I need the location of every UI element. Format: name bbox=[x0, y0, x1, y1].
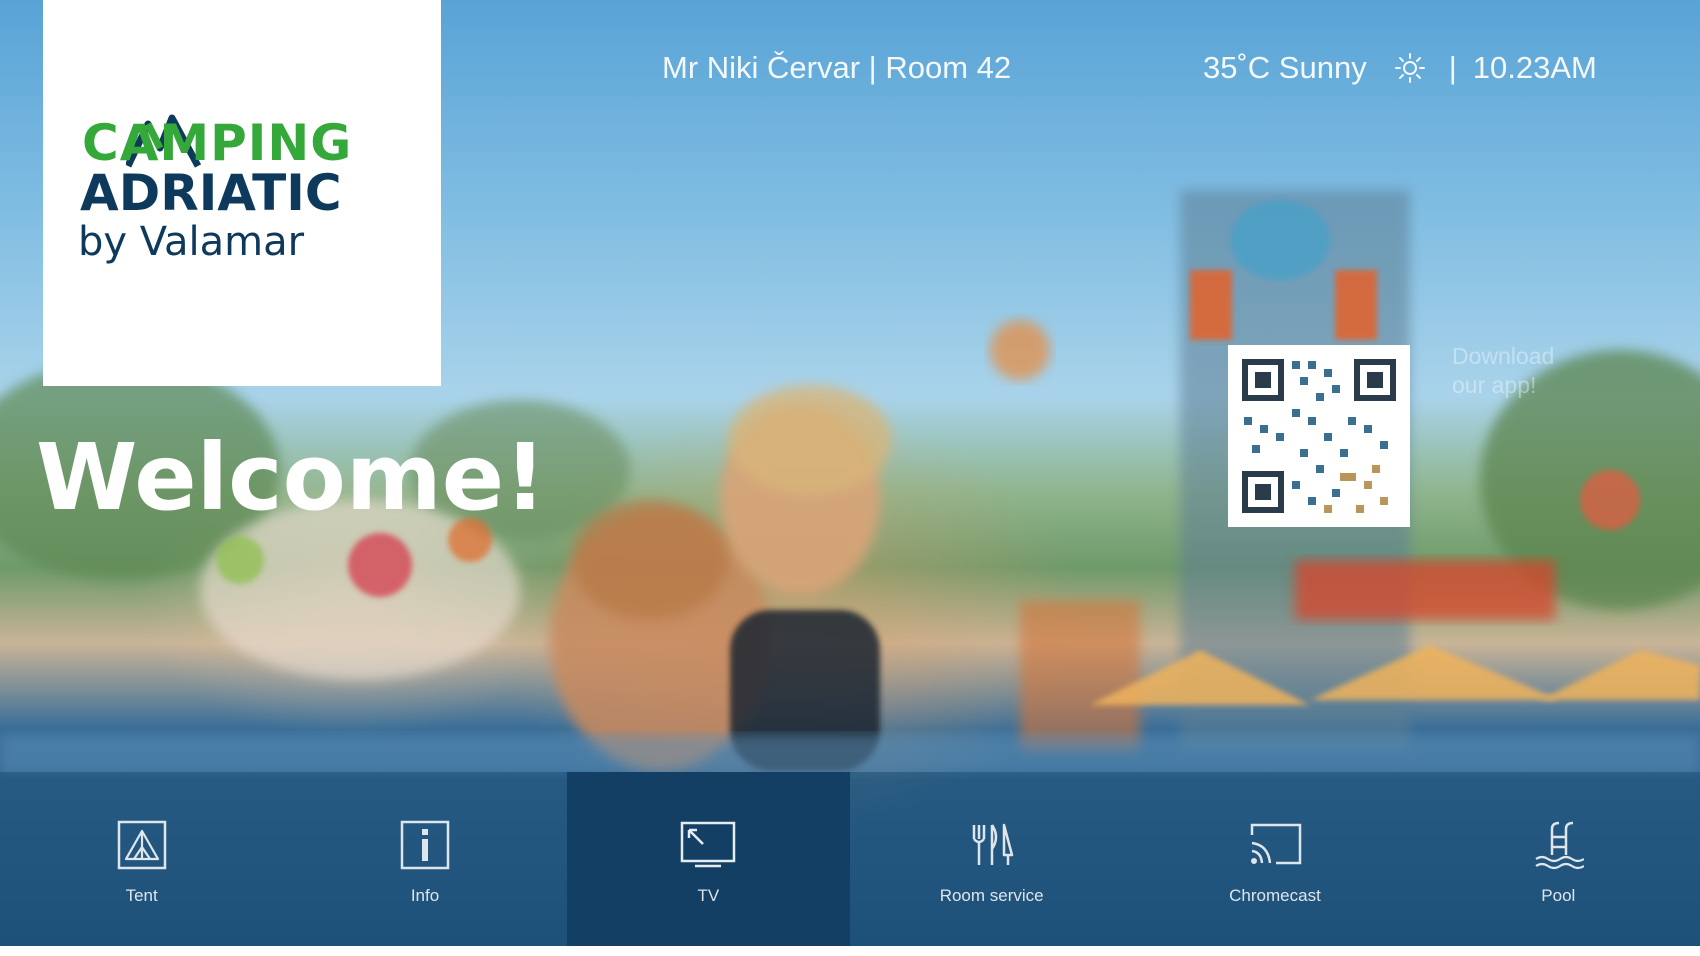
nav-label-info: Info bbox=[410, 886, 440, 905]
nav-label-chromecast: Chromecast bbox=[1229, 886, 1321, 905]
temperature: 35˚C Sunny bbox=[1203, 50, 1367, 85]
app-qr-code bbox=[1228, 345, 1410, 527]
room-service-icon bbox=[962, 818, 1022, 872]
logo-adriatic: ADRIATIC bbox=[80, 164, 342, 222]
chromecast-icon bbox=[1245, 818, 1305, 872]
tent-icon bbox=[112, 818, 172, 872]
qr-caption-line2: our app! bbox=[1452, 372, 1537, 398]
welcome-heading: Welcome! bbox=[36, 424, 547, 531]
logo-by-valamar: by Valamar bbox=[78, 219, 305, 265]
qr-caption: Download our app! bbox=[1452, 342, 1592, 400]
sun-icon bbox=[1394, 53, 1425, 83]
tv-icon bbox=[678, 818, 738, 872]
guest-room-info: Mr Niki Červar | Room 42 bbox=[662, 50, 1012, 85]
pool-icon bbox=[1528, 818, 1588, 872]
clock-time: 10.23AM bbox=[1472, 50, 1597, 85]
nav-item-chromecast[interactable]: Chromecast bbox=[1133, 772, 1416, 946]
qr-caption-line1: Download bbox=[1452, 343, 1555, 369]
nav-label-pool: Pool bbox=[1541, 886, 1576, 905]
nav-label-room-service: Room service bbox=[939, 886, 1044, 905]
bottom-navigation: Tent Info TV Room service Chromecast Poo… bbox=[0, 772, 1700, 946]
nav-item-tv[interactable]: TV bbox=[566, 772, 850, 946]
qr-code-icon bbox=[1228, 345, 1410, 527]
tv-home-screen: CAMPING ADRIATIC by Valamar Mr Niki Červ… bbox=[0, 0, 1700, 946]
nav-label-tv: TV bbox=[697, 886, 720, 905]
nav-item-info[interactable]: Info bbox=[283, 772, 566, 946]
nav-item-tent[interactable]: Tent bbox=[0, 772, 283, 946]
separator: | bbox=[1448, 50, 1457, 85]
nav-label-tent: Tent bbox=[125, 886, 158, 905]
nav-item-room-service[interactable]: Room service bbox=[850, 772, 1133, 946]
weather-time-bar: 35˚C Sunny | 10.23AM bbox=[1203, 50, 1597, 86]
nav-item-pool[interactable]: Pool bbox=[1417, 772, 1700, 946]
logo-camping: CAMPING bbox=[82, 114, 353, 172]
info-icon bbox=[395, 818, 455, 872]
